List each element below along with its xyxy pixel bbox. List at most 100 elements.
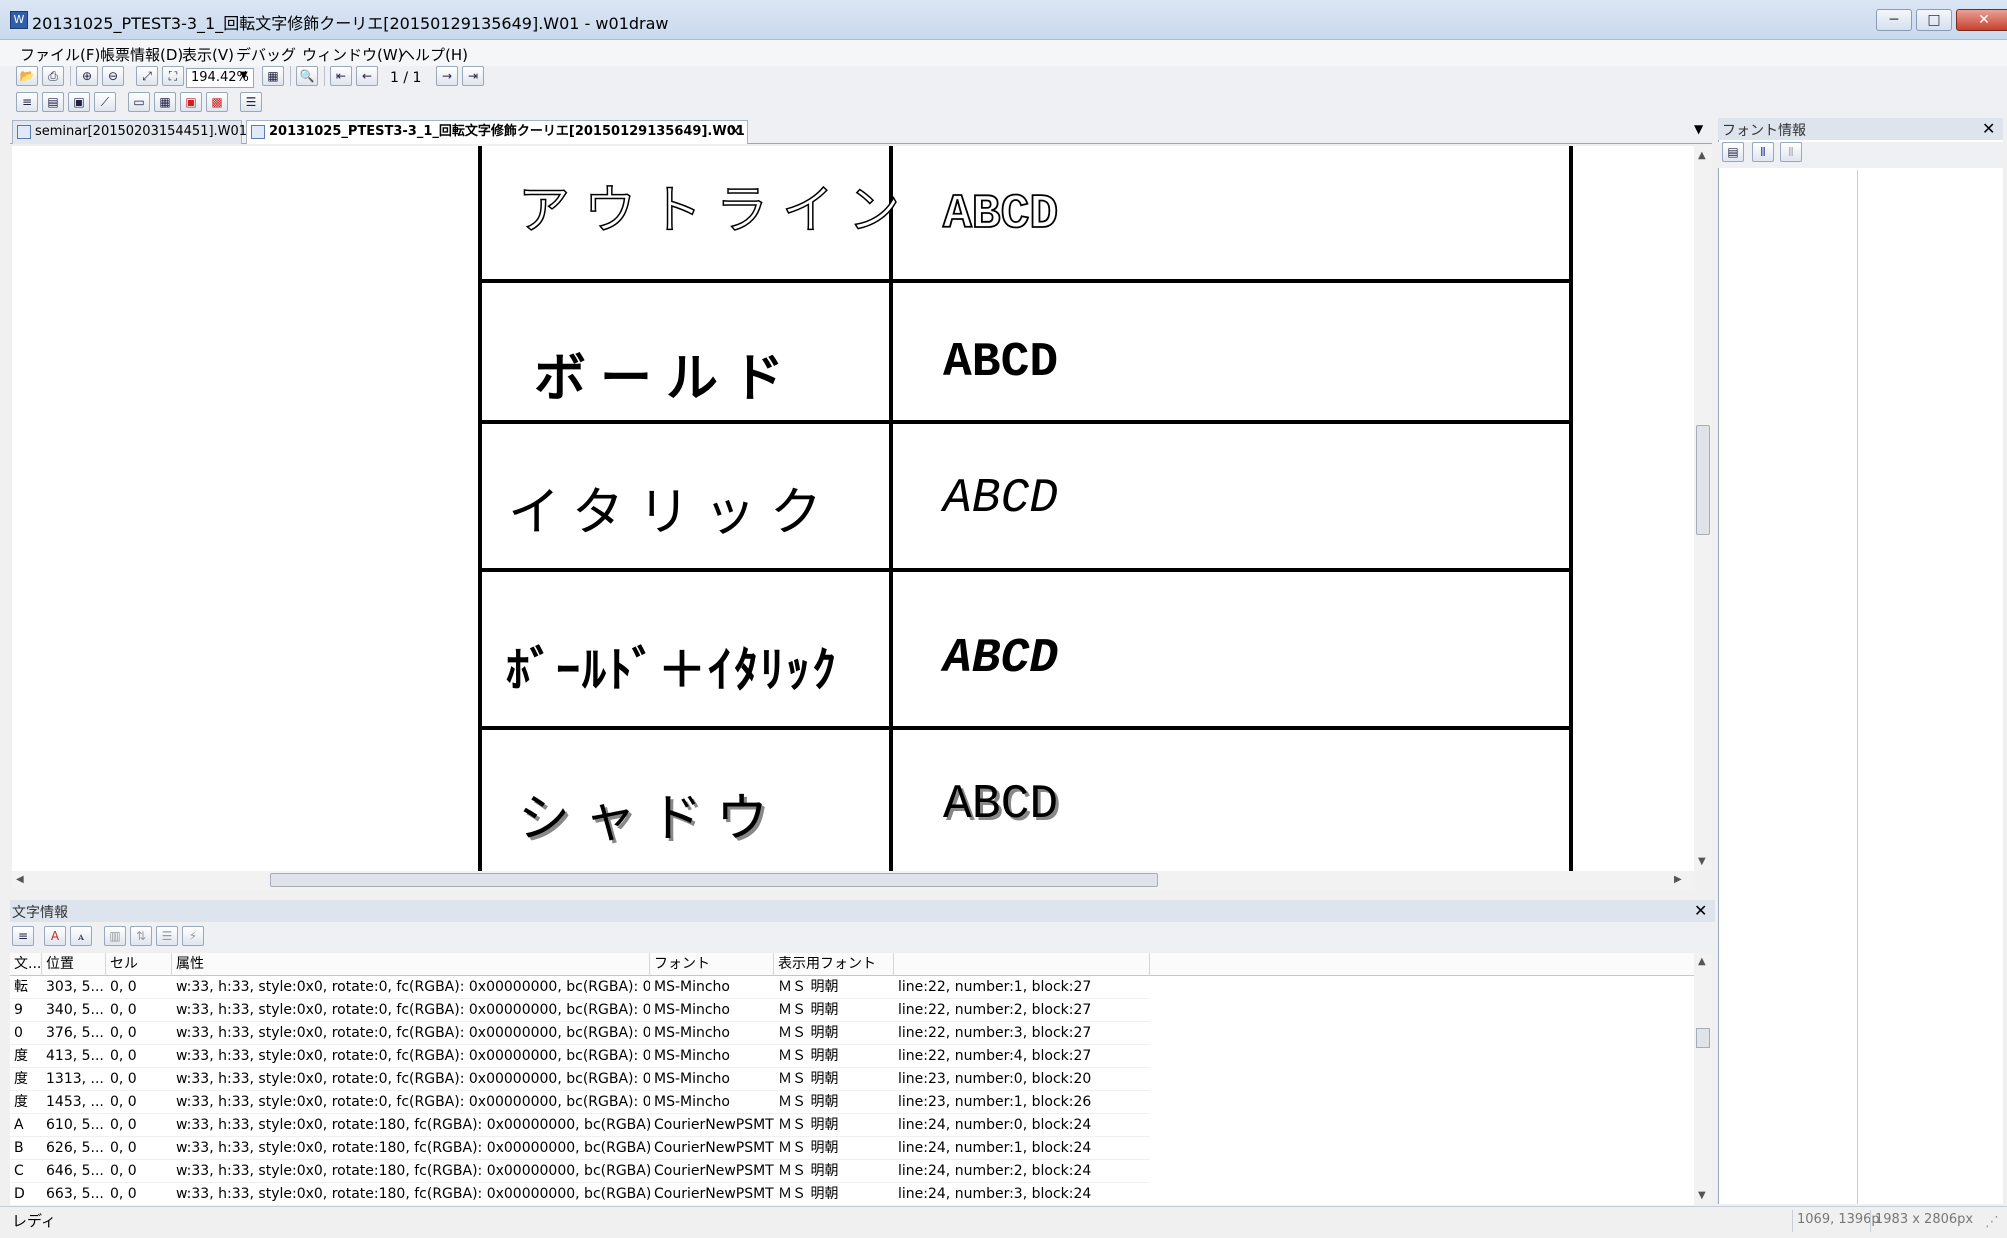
table-icon[interactable]: ▦ [154, 92, 176, 112]
grid-header-position[interactable]: 位置 [42, 953, 106, 976]
menu-form-info[interactable]: 帳票情報(D) [100, 44, 183, 65]
tab-list-dropdown-icon[interactable]: ▼ [1694, 122, 1703, 136]
canvas-horizontal-scroll-thumb[interactable] [270, 873, 1158, 887]
zoom-in-icon[interactable]: ⊕ [76, 66, 98, 86]
font-panel-close-icon[interactable]: ✕ [1982, 119, 1995, 138]
grid-header-cell[interactable]: セル [106, 953, 172, 976]
preview-icon[interactable]: 🔍 [296, 66, 318, 86]
app-icon[interactable]: W [10, 11, 28, 29]
properties-icon[interactable]: ☰ [240, 92, 262, 112]
font-filter-icon[interactable]: ꭺ [70, 926, 92, 946]
table-border [478, 568, 1573, 572]
table-row[interactable]: D 663, 5... 0, 0 w:33, h:33, style:0x0, rot… [10, 1183, 1694, 1205]
cell-display-font: ＭＳ 明朝 [774, 1160, 894, 1183]
menu-view[interactable]: 表示(V) [182, 44, 234, 65]
grid-scroll-down-arrow-icon[interactable]: ▼ [1698, 1190, 1706, 1201]
red-grid-icon[interactable]: ▩ [206, 92, 228, 112]
cell-position: 646, 5... [42, 1160, 106, 1183]
grid-scroll-up-arrow-icon[interactable]: ▲ [1698, 956, 1706, 967]
grid-vertical-scroll-thumb[interactable] [1696, 1028, 1710, 1048]
fit-page-icon[interactable]: ⤢ [136, 66, 158, 86]
table-border [889, 146, 893, 871]
last-page-icon[interactable]: ⇥ [462, 66, 484, 86]
tab-active-document[interactable]: 20131025_PTEST3-3_1_回転文字修飾クーリエ[201501291… [246, 120, 748, 144]
list-view-icon[interactable]: ≡ [16, 92, 38, 112]
first-page-icon[interactable]: ⇤ [330, 66, 352, 86]
flash-icon[interactable]: ⚡ [182, 926, 204, 946]
close-window-button[interactable]: ✕ [1956, 9, 2007, 31]
table-row[interactable]: C 646, 5... 0, 0 w:33, h:33, style:0x0, rot… [10, 1160, 1694, 1183]
open-icon[interactable]: 📂 [16, 66, 38, 86]
document-icon [251, 125, 265, 139]
scroll-right-arrow-icon[interactable]: ▶ [1674, 874, 1682, 885]
grid-header-attributes[interactable]: 属性 [172, 953, 650, 976]
table-row[interactable]: 9 340, 5... 0, 0 w:33, h:33, style:0x0, rot… [10, 999, 1694, 1022]
fit-width-icon[interactable]: ⛶ [162, 66, 184, 86]
sort-icon[interactable]: ⇅ [130, 926, 152, 946]
grid-header-char[interactable]: 文... [10, 953, 42, 976]
column-icon[interactable]: ▥ [104, 926, 126, 946]
grid-vertical-scrollbar[interactable] [1694, 953, 1712, 1205]
canvas-vertical-scroll-thumb[interactable] [1696, 425, 1710, 535]
form-view-icon[interactable]: ▤ [42, 92, 64, 112]
font-panel-divider[interactable] [1857, 170, 1858, 1204]
zoom-out-icon[interactable]: ⊖ [102, 66, 124, 86]
toolbar-separator [324, 66, 325, 86]
cell-char: D [10, 1183, 42, 1205]
text-box-icon[interactable]: ▭ [128, 92, 150, 112]
scroll-down-arrow-icon[interactable]: ▼ [1698, 856, 1706, 867]
grid-header-font[interactable]: フォント [650, 953, 774, 976]
rows-icon[interactable]: ☰ [156, 926, 178, 946]
font-list-icon[interactable]: ▤ [1722, 142, 1744, 162]
cell-position: 1313, ... [42, 1068, 106, 1091]
status-text: レディ [12, 1212, 56, 1230]
list-icon[interactable]: ≡ [12, 926, 34, 946]
cell-attributes: w:33, h:33, style:0x0, rotate:180, fc(RG… [172, 1183, 650, 1205]
menu-help[interactable]: ヘルプ(H) [400, 44, 468, 65]
scroll-left-arrow-icon[interactable]: ◀ [16, 874, 24, 885]
cell-info: line:22, number:3, block:27 [894, 1022, 1150, 1045]
table-border [478, 146, 482, 871]
print-icon[interactable]: ⎙ [42, 66, 64, 86]
cell-cell: 0, 0 [106, 1114, 172, 1137]
next-page-icon[interactable]: → [436, 66, 458, 86]
prev-page-icon[interactable]: ← [356, 66, 378, 86]
column-bar-icon[interactable]: Ⅱ [1752, 142, 1774, 162]
sample-shadow: ABCD [943, 778, 1059, 832]
document-canvas[interactable]: アウトライン ABCD ボールド ABCD イタリック ABCD ﾎﾞｰﾙﾄﾞ＋… [12, 146, 1695, 871]
sample-italic: ABCD [943, 472, 1059, 526]
menu-window[interactable]: ウィンドウ(W) [302, 44, 404, 65]
table-row[interactable]: 度 413, 5... 0, 0 w:33, h:33, style:0x0, rot… [10, 1045, 1694, 1068]
text-attr-icon[interactable]: A [44, 926, 66, 946]
table-row[interactable]: B 626, 5... 0, 0 w:33, h:33, style:0x0, rot… [10, 1137, 1694, 1160]
chevron-down-icon[interactable]: ▼ [240, 70, 248, 81]
sample-bold: ABCD [943, 336, 1059, 390]
minimize-button[interactable]: ─ [1876, 9, 1912, 31]
status-size: 1983 x 2806px [1870, 1210, 1980, 1232]
menu-debug[interactable]: デバッグ [236, 44, 296, 65]
tab-seminar[interactable]: seminar[20150203154451].W01 [12, 120, 247, 144]
image-view-icon[interactable]: ▣ [68, 92, 90, 112]
menu-file[interactable]: ファイル(F) [20, 44, 100, 65]
cell-attributes: w:33, h:33, style:0x0, rotate:0, fc(RGBA… [172, 1045, 650, 1068]
table-row[interactable]: 転 303, 5... 0, 0 w:33, h:33, style:0x0, rot… [10, 976, 1694, 999]
line-tool-icon[interactable]: ⟋ [94, 92, 116, 112]
resize-grip-icon[interactable]: ⋰ [1985, 1214, 1999, 1230]
text-panel-close-icon[interactable]: ✕ [1694, 901, 1707, 920]
scroll-up-arrow-icon[interactable]: ▲ [1698, 150, 1706, 161]
text-panel-toolbar [10, 924, 1715, 950]
red-mark-icon[interactable]: ▣ [180, 92, 202, 112]
table-row[interactable]: 0 376, 5... 0, 0 w:33, h:33, style:0x0, rot… [10, 1022, 1694, 1045]
table-row[interactable]: A 610, 5... 0, 0 w:33, h:33, style:0x0, rot… [10, 1114, 1694, 1137]
column-bar-disabled-icon[interactable]: Ⅱ [1780, 142, 1802, 162]
cell-cell: 0, 0 [106, 1137, 172, 1160]
cell-info: line:24, number:1, block:24 [894, 1137, 1150, 1160]
close-tab-icon[interactable]: ✕ [729, 121, 741, 143]
grid-header-info[interactable] [894, 953, 1150, 976]
table-row[interactable]: 度 1453, ... 0, 0 w:33, h:33, style:0x0, rot… [10, 1091, 1694, 1114]
grid-header-display-font[interactable]: 表示用フォント [774, 953, 894, 976]
cell-attributes: w:33, h:33, style:0x0, rotate:0, fc(RGBA… [172, 1091, 650, 1114]
maximize-button[interactable]: □ [1916, 9, 1952, 31]
table-row[interactable]: 度 1313, ... 0, 0 w:33, h:33, style:0x0, rot… [10, 1068, 1694, 1091]
grid-icon[interactable]: ▦ [262, 66, 284, 86]
